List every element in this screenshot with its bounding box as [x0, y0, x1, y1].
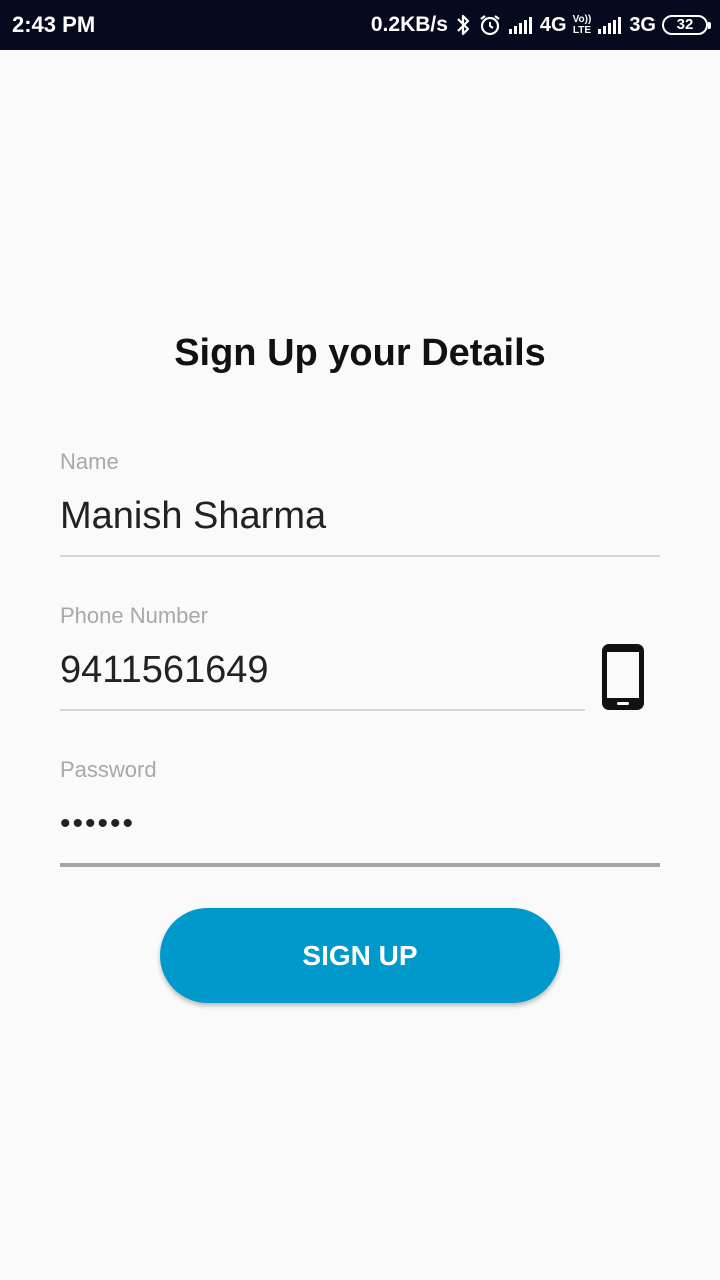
name-underline — [60, 555, 660, 557]
volte-bottom: LTE — [572, 25, 592, 36]
signup-button[interactable]: SIGN UP — [160, 908, 560, 1003]
name-field[interactable] — [60, 490, 660, 542]
phone-field[interactable] — [60, 644, 580, 696]
smartphone-icon — [600, 642, 646, 712]
signal-icon — [597, 15, 623, 35]
signal-icon — [508, 15, 534, 35]
alarm-icon — [478, 13, 502, 37]
battery-icon: 32 — [662, 15, 711, 35]
page-title: Sign Up your Details — [174, 332, 546, 374]
volte-indicator: Vo)) LTE — [573, 14, 592, 36]
net-speed: 0.2KB/s — [370, 13, 448, 36]
volte-top: Vo)) — [572, 14, 592, 25]
name-label: Name — [60, 449, 119, 474]
status-bar: 2:43 PM 0.2KB/s 4G Vo)) LTE 3G 32 — [0, 0, 720, 50]
network-type-2: 3G — [629, 13, 656, 36]
password-label: Password — [60, 757, 157, 782]
signup-screen: 2:43 PM 0.2KB/s 4G Vo)) LTE 3G 32 Sign U… — [0, 0, 720, 1280]
password-underline — [60, 863, 660, 867]
network-type-1: 4G — [539, 13, 567, 36]
battery-level: 32 — [676, 16, 694, 33]
bluetooth-icon — [454, 13, 472, 37]
phone-underline — [60, 709, 585, 711]
password-field[interactable] — [60, 800, 660, 848]
status-indicators: 0.2KB/s 4G Vo)) LTE 3G 32 — [370, 10, 711, 40]
phone-label: Phone Number — [60, 603, 208, 628]
status-time: 2:43 PM — [12, 12, 96, 37]
